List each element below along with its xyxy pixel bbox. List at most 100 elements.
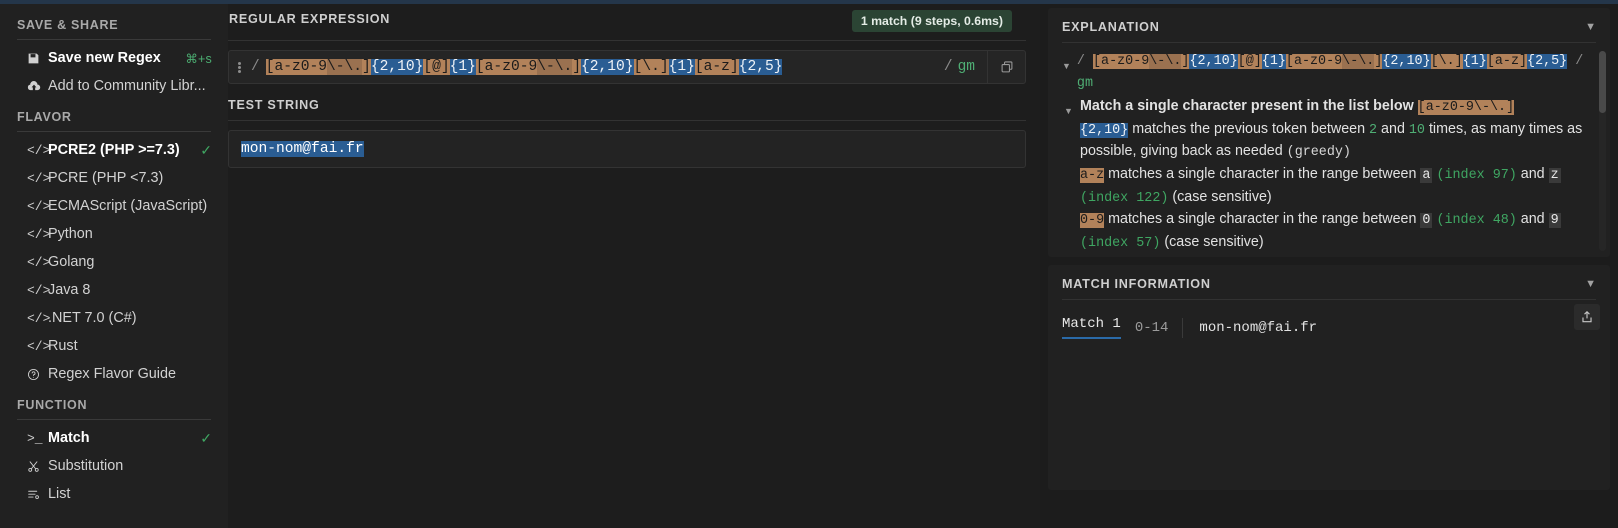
code-icon: </> [27,142,51,158]
explanation-part-plain: and [1516,165,1549,182]
regex-token-escape: \-\. [1149,54,1182,69]
sidebar-item-save-new-regex[interactable]: Save new Regex ⌘+s [0,44,228,72]
code-icon: </> [27,226,51,242]
regex-panel-header: REGULAR EXPRESSION 1 match (9 steps, 0.6… [228,0,1026,32]
regex-token-class: [\.] [1430,54,1463,69]
chevron-down-icon[interactable]: ▼ [1585,21,1596,33]
divider [17,419,211,420]
sidebar-item-list[interactable]: List [0,480,228,508]
sidebar-item-label: PCRE2 (PHP >=7.3) [48,142,180,158]
explanation-part-plain: matches a single character in the range … [1104,165,1421,182]
regex-token-class: [a-z0-9 [475,59,538,75]
explanation-open-slash: / [1076,54,1085,69]
match-range: 0-14 [1134,319,1169,336]
test-string-section: TEST STRING mon-nom@fai.fr [228,84,1026,168]
explanation-part-idx: (index 122) [1080,190,1169,206]
explanation-panel: EXPLANATION ▼ ▼ / [a-z0-9\-\.]{2,10}[@]{… [1048,8,1610,257]
code-icon: </> [27,254,51,270]
checkmark-icon: ✓ [200,141,212,158]
test-string-title: TEST STRING [228,98,320,112]
regex-flags[interactable]: / gm [940,51,987,83]
code-icon: </> [27,170,51,186]
match-information-header: MATCH INFORMATION ▼ [1048,265,1610,299]
sidebar-item-label: Add to Community Libr... [48,78,206,94]
sidebar-item-label: Java 8 [48,282,91,298]
match-information-content: Match 1 0-14 mon-nom@fai.fr [1048,300,1610,490]
explanation-panel-title: EXPLANATION [1062,20,1160,34]
scrollbar-thumb[interactable] [1599,51,1606,113]
regex-token-class: ] [362,59,371,75]
sidebar-item-ecmascript-javascript[interactable]: </> ECMAScript (JavaScript) [0,192,228,220]
chevron-down-icon[interactable]: ▼ [1585,278,1596,290]
regex-input[interactable]: [a-z0-9 \-\.] {2,10} [@] {1} [a-z0-9 \-\.] {2,1… [265,51,940,83]
sidebar-item-substitution[interactable]: Substitution [0,452,228,480]
sidebar-item-golang[interactable]: </> Golang [0,248,228,276]
regex-token-escape: \-\. [537,59,573,75]
sidebar-item-pcre-php-7-3[interactable]: </> PCRE (PHP <7.3) [0,164,228,192]
explanation-regex-tokens: [a-z0-9\-\.]{2,10}[@]{1}[a-z0-9\-\.]{2,1… [1093,54,1568,69]
collapse-caret-icon[interactable]: ▼ [1062,51,1077,78]
sidebar-item-label: Substitution [48,458,124,474]
explanation-line: a-z matches a single character in the ra… [1080,164,1588,209]
sidebar-item-label: PCRE (PHP <7.3) [48,170,164,186]
scissors-icon [27,460,48,473]
sidebar-item-java-8[interactable]: </> Java 8 [0,276,228,304]
copy-icon[interactable] [987,51,1025,83]
explanation-heading-token: [a-z0-9\-\.] [1417,100,1515,116]
regex-token-quant: {2,5} [738,59,783,75]
list-icon [27,488,48,501]
sidebar-section-flavor-title: FLAVOR [17,110,72,124]
explanation-content: ▼ / [a-z0-9\-\.]{2,10}[@]{1}[a-z0-9\-\.]… [1048,43,1610,257]
regex-token-quant: {2,10} [1382,54,1431,69]
regex-token-class: [a-z] [694,59,739,75]
regex-open-delimiter: / [251,59,260,75]
explanation-scrollbar[interactable] [1599,51,1606,251]
explanation-entry: ▼ Match a single character present in the… [1062,96,1588,254]
sidebar-item-python[interactable]: </> Python [0,220,228,248]
code-icon: </> [27,198,51,214]
regex-token-class: [a-z] [1486,54,1528,69]
match-tab-1[interactable]: Match 1 [1062,316,1121,339]
regex-panel-title: REGULAR EXPRESSION [229,12,391,26]
explanation-part-idx: (index 57) [1080,235,1161,251]
explanation-close-slash: / [1575,54,1584,69]
divider [228,120,1026,121]
explanation-part-plain: and [1377,120,1409,137]
match-row: Match 1 0-14 mon-nom@fai.fr [1062,316,1596,339]
explanation-part-chip: a [1420,167,1433,183]
regex-token-quant: {1} [668,59,695,75]
test-string-match-highlight: mon-nom@fai.fr [241,141,364,157]
regex-input-row[interactable]: / [a-z0-9 \-\.] {2,10} [@] {1} [a-z0-9 \-\.] {2… [228,50,1026,84]
explanation-entry-heading: Match a single character present in the … [1080,96,1588,119]
sidebar-item-rust[interactable]: </> Rust [0,332,228,360]
collapse-caret-icon[interactable]: ▼ [1064,101,1073,123]
explanation-regex-line: ▼ / [a-z0-9\-\.]{2,10}[@]{1}[a-z0-9\-\.]… [1062,51,1588,94]
match-information-panel: MATCH INFORMATION ▼ Match 1 0-14 mon-nom… [1048,265,1610,490]
explanation-regex: / [a-z0-9\-\.]{2,10}[@]{1}[a-z0-9\-\.]{2… [1077,51,1588,94]
explanation-line: 0-9 matches a single character in the ra… [1080,209,1588,254]
regex-flags-value: gm [957,59,975,75]
kebab-menu-icon[interactable] [229,51,249,83]
right-panel: EXPLANATION ▼ ▼ / [a-z0-9\-\.]{2,10}[@]{… [1040,0,1618,528]
explanation-part-plain: matches a single character in the range … [1104,211,1421,228]
explanation-panel-header: EXPLANATION ▼ [1048,8,1610,42]
regex-token-quant: {1} [1462,54,1487,69]
sidebar-group-save-share: Save new Regex ⌘+s Add to Community Libr..… [0,44,228,100]
code-icon: </> [27,282,51,298]
explanation-part-plain: matches the previous token between [1128,120,1370,137]
regex-token-quant: {2,10} [581,59,634,75]
regex-token-escape: \-\. [1342,54,1375,69]
regex-token-quant: {1} [1261,54,1286,69]
sidebar-item-regex-flavor-guide[interactable]: Regex Flavor Guide [0,360,228,388]
sidebar-item-add-to-community-libr[interactable]: Add to Community Libr... [0,72,228,100]
match-value: mon-nom@fai.fr [1199,319,1318,336]
export-icon[interactable] [1574,304,1600,330]
main-content: REGULAR EXPRESSION 1 match (9 steps, 0.6… [228,0,1040,528]
explanation-part-chip: 9 [1548,213,1561,229]
sidebar-item-net-7-0-c[interactable]: </> .NET 7.0 (C#) [0,304,228,332]
sidebar-item-label: Golang [48,254,95,270]
sidebar-item-match[interactable]: >_ Match ✓ [0,424,228,452]
regex-token-quant: {2,10} [1189,54,1238,69]
sidebar-item-pcre2-php-7-3[interactable]: </> PCRE2 (PHP >=7.3) ✓ [0,136,228,164]
test-string-input[interactable]: mon-nom@fai.fr [228,130,1026,168]
